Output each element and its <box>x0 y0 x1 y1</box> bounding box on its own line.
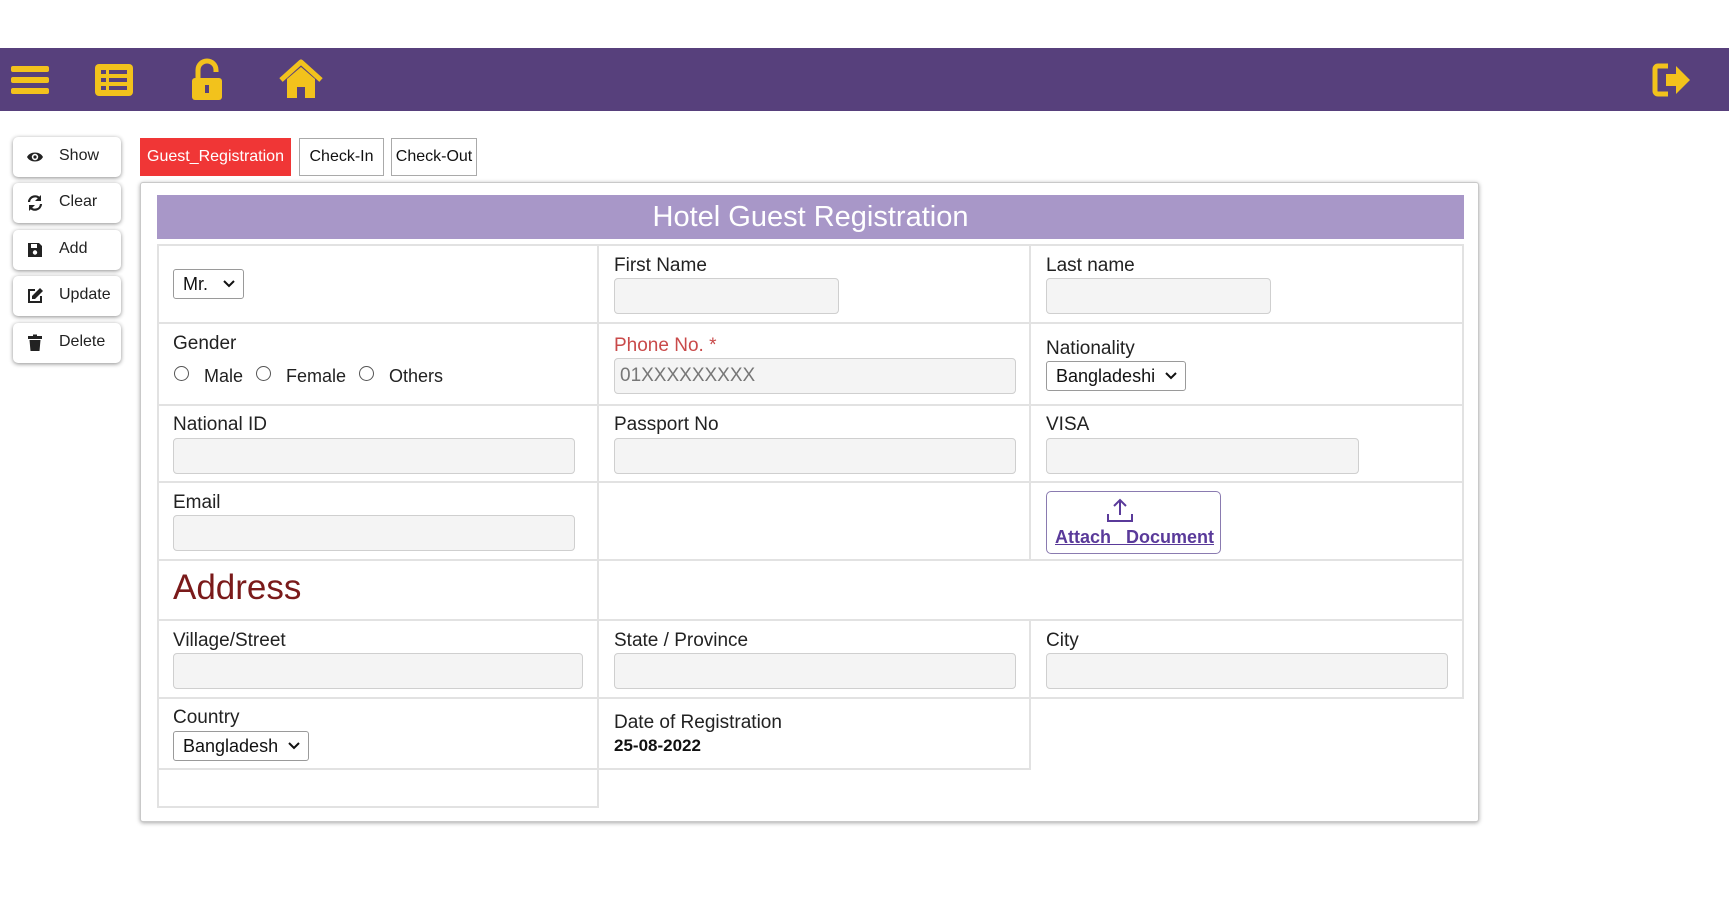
tab-guest-registration[interactable]: Guest_Registration <box>140 138 291 176</box>
state-input[interactable] <box>614 653 1016 689</box>
refresh-icon <box>26 194 44 212</box>
city-input[interactable] <box>1046 653 1448 689</box>
top-navbar <box>0 48 1729 111</box>
last-name-label: Last name <box>1046 255 1135 276</box>
show-button[interactable]: Show <box>13 137 121 177</box>
grid-line <box>157 244 159 808</box>
first-name-label: First Name <box>614 255 707 276</box>
tab-check-out[interactable]: Check-Out <box>391 138 477 176</box>
grid-line <box>157 322 1464 324</box>
gender-female-label: Female <box>286 366 347 386</box>
attach-document-button[interactable]: Attach Document <box>1046 491 1221 554</box>
show-button-label: Show <box>59 147 100 164</box>
grid-line <box>157 768 1030 770</box>
update-button-label: Update <box>59 286 111 303</box>
gender-female-radio[interactable] <box>256 366 271 381</box>
visa-input[interactable] <box>1046 438 1359 474</box>
list-icon[interactable] <box>92 58 136 102</box>
add-button-label: Add <box>59 240 88 257</box>
chevron-down-icon <box>223 279 235 289</box>
grid-line <box>1029 619 1031 770</box>
menu-icon[interactable] <box>8 58 52 102</box>
grid-line <box>157 697 1464 699</box>
phone-input[interactable]: 01XXXXXXXXX <box>614 358 1016 394</box>
clear-button[interactable]: Clear <box>13 183 121 223</box>
chevron-down-icon <box>1165 371 1177 381</box>
phone-label: Phone No. * <box>614 335 717 356</box>
nationality-label: Nationality <box>1046 338 1135 359</box>
gender-label: Gender <box>173 333 237 354</box>
gender-others-label: Others <box>389 366 444 386</box>
attach-document-label: Attach Document <box>1055 527 1215 547</box>
national-id-input[interactable] <box>173 438 575 474</box>
tab-check-in[interactable]: Check-In <box>299 138 384 176</box>
grid-line <box>157 481 1464 483</box>
address-heading: Address <box>173 568 302 607</box>
country-value: Bangladesh <box>183 736 279 756</box>
sign-out-icon[interactable] <box>1650 58 1694 102</box>
delete-button[interactable]: Delete <box>13 323 121 363</box>
email-label: Email <box>173 492 221 513</box>
grid-line <box>597 244 599 808</box>
visa-label: VISA <box>1046 414 1090 435</box>
save-icon <box>26 241 44 259</box>
national-id-label: National ID <box>173 414 267 435</box>
home-icon[interactable] <box>279 58 323 102</box>
delete-button-label: Delete <box>59 333 106 350</box>
grid-line <box>1462 244 1464 699</box>
chevron-down-icon <box>288 741 300 751</box>
city-label: City <box>1046 630 1079 651</box>
gender-male-radio[interactable] <box>174 366 189 381</box>
passport-input[interactable] <box>614 438 1016 474</box>
salutation-select[interactable]: Mr. <box>173 269 244 299</box>
email-input[interactable] <box>173 515 575 551</box>
state-label: State / Province <box>614 630 749 651</box>
grid-line <box>157 404 1464 406</box>
gender-male-label: Male <box>204 366 244 386</box>
village-input[interactable] <box>173 653 583 689</box>
country-select[interactable]: Bangladesh <box>173 731 309 761</box>
eye-icon <box>26 148 44 166</box>
grid-line <box>157 559 1464 561</box>
salutation-value: Mr. <box>183 274 208 294</box>
clear-button-label: Clear <box>59 193 98 210</box>
grid-line <box>157 619 1464 621</box>
grid-line <box>157 806 598 808</box>
unlock-icon[interactable] <box>185 58 229 102</box>
gender-others-radio[interactable] <box>359 366 374 381</box>
trash-icon <box>26 334 44 352</box>
nationality-value: Bangladeshi <box>1056 366 1156 386</box>
add-button[interactable]: Add <box>13 230 121 270</box>
nationality-select[interactable]: Bangladeshi <box>1046 361 1186 391</box>
passport-label: Passport No <box>614 414 719 435</box>
edit-icon <box>26 287 44 305</box>
update-button[interactable]: Update <box>13 276 121 316</box>
form-title: Hotel Guest Registration <box>157 195 1464 239</box>
grid-line <box>157 244 1464 246</box>
village-label: Village/Street <box>173 630 286 651</box>
country-label: Country <box>173 707 240 728</box>
grid-line <box>1029 244 1031 560</box>
registration-date-label: Date of Registration <box>614 712 782 733</box>
first-name-input[interactable] <box>614 278 839 314</box>
upload-icon <box>1105 498 1135 524</box>
last-name-input[interactable] <box>1046 278 1271 314</box>
registration-date-value: 25-08-2022 <box>614 736 701 755</box>
